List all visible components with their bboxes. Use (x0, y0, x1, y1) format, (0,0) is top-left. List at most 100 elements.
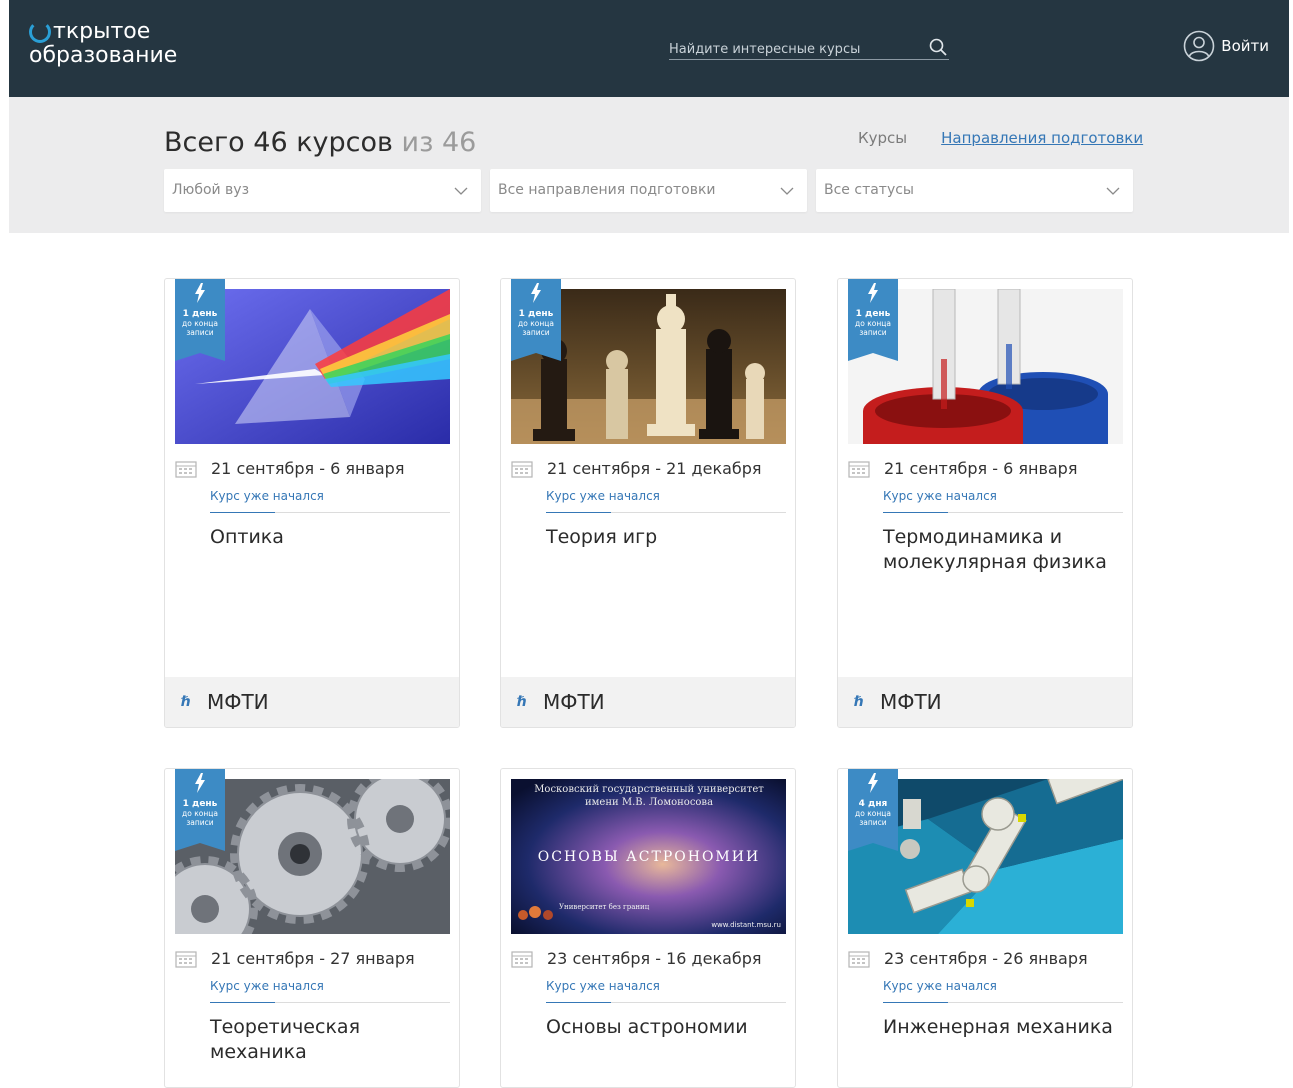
course-dates-text: 21 сентября - 21 декабря (547, 459, 762, 478)
total-count: Всего 46 курсов (164, 127, 393, 158)
course-dates-text: 23 сентября - 16 декабря (547, 949, 762, 968)
chevron-down-icon (780, 187, 794, 195)
badge-subtitle: до конца записи (855, 809, 891, 827)
lightning-icon (195, 283, 205, 303)
search-box (669, 38, 949, 60)
course-dates-text: 21 сентября - 27 января (211, 949, 415, 968)
deadline-badge: 1 день до конца записи (175, 769, 225, 851)
logo-line1: ткрытое (53, 19, 151, 44)
badge-subtitle: до конца записи (182, 809, 218, 827)
logo-line2: образование (29, 43, 178, 68)
status-select-value: Все статусы (824, 182, 914, 198)
course-dates: 21 сентября - 21 декабря (511, 459, 762, 478)
lightning-icon (531, 283, 541, 303)
lightning-icon (195, 773, 205, 793)
course-university[interactable]: ℏ МФТИ (501, 677, 795, 727)
badge-subtitle: до конца записи (182, 319, 218, 337)
divider (210, 1002, 450, 1003)
calendar-icon (848, 460, 870, 478)
direction-select[interactable]: Все направления подготовки (490, 169, 807, 212)
search-input[interactable] (669, 42, 909, 57)
image-university-line1: Московский государственный университет (534, 784, 764, 795)
filter-bar: Всего 46 курсов из 46 Курсы Направления … (9, 97, 1289, 233)
university-logo-icon: ℏ (517, 694, 527, 710)
deadline-badge: 1 день до конца записи (175, 279, 225, 361)
courses-total: Всего 46 курсов из 46 (164, 127, 476, 158)
university-name: МФТИ (206, 690, 269, 714)
chevron-down-icon (1106, 187, 1120, 195)
course-card-astronomy[interactable]: Московский государственный университет и… (500, 768, 796, 1088)
status-select[interactable]: Все статусы (816, 169, 1133, 212)
course-dates: 23 сентября - 16 декабря (511, 949, 762, 968)
badge-days: 1 день (855, 309, 891, 319)
course-title[interactable]: Теоретическая механика (210, 1015, 450, 1065)
deadline-badge: 1 день до конца записи (511, 279, 561, 361)
course-university[interactable]: ℏ МФТИ (838, 677, 1132, 727)
tab-directions[interactable]: Направления подготовки (941, 129, 1143, 147)
image-url: www.distant.msu.ru (711, 921, 781, 929)
login-label: Войти (1221, 37, 1269, 55)
university-name: МФТИ (542, 690, 605, 714)
direction-select-value: Все направления подготовки (498, 182, 716, 198)
course-card-engineering-mechanics[interactable]: 4 дня до конца записи 23 сентября - 26 я… (837, 768, 1133, 1088)
image-university-line2: имени М.В. Ломоносова (585, 797, 713, 808)
course-title[interactable]: Инженерная механика (883, 1015, 1123, 1040)
course-card-optics[interactable]: 1 день до конца записи 21 сентября - 6 я… (164, 278, 460, 728)
divider (546, 512, 786, 513)
deadline-badge: 4 дня до конца записи (848, 769, 898, 851)
course-card-game-theory[interactable]: 1 день до конца записи 21 сентября - 21 … (500, 278, 796, 728)
calendar-icon (511, 950, 533, 968)
divider (210, 512, 450, 513)
divider (546, 1002, 786, 1003)
user-icon (1183, 30, 1215, 62)
course-dates: 21 сентября - 6 января (848, 459, 1077, 478)
search-icon[interactable] (929, 38, 947, 56)
course-university[interactable]: ℏ МФТИ (165, 677, 459, 727)
calendar-icon (175, 460, 197, 478)
chevron-down-icon (454, 187, 468, 195)
course-status: Курс уже начался (546, 489, 660, 503)
course-status: Курс уже начался (210, 489, 324, 503)
calendar-icon (511, 460, 533, 478)
badge-subtitle: до конца записи (855, 319, 891, 337)
badge-days: 1 день (518, 309, 554, 319)
course-image: Московский государственный университет и… (511, 779, 786, 934)
course-title[interactable]: Основы астрономии (546, 1015, 786, 1040)
view-tabs: Курсы Направления подготовки (858, 129, 1143, 147)
login-button[interactable]: Войти (1183, 30, 1269, 62)
course-title[interactable]: Оптика (210, 525, 450, 550)
course-dates: 21 сентября - 6 января (175, 459, 404, 478)
course-status: Курс уже начался (210, 979, 324, 993)
image-course-title: ОСНОВЫ АСТРОНОМИИ (538, 849, 760, 865)
course-dates-text: 21 сентября - 6 января (884, 459, 1078, 478)
divider (883, 512, 1123, 513)
deadline-badge: 1 день до конца записи (848, 279, 898, 361)
calendar-icon (848, 950, 870, 968)
university-logo-icon: ℏ (181, 694, 191, 710)
calendar-icon (175, 950, 197, 968)
course-status: Курс уже начался (546, 979, 660, 993)
total-of: из 46 (401, 127, 477, 158)
badge-subtitle: до конца записи (518, 319, 554, 337)
lightning-icon (868, 283, 878, 303)
university-logo-icon: ℏ (854, 694, 864, 710)
course-status: Курс уже начался (883, 489, 997, 503)
university-name: МФТИ (879, 690, 942, 714)
course-title[interactable]: Термодинамика и молекулярная физика (883, 525, 1123, 575)
image-corner-text: Университет без границ (559, 903, 650, 911)
course-dates-text: 23 сентября - 26 января (884, 949, 1088, 968)
course-dates: 23 сентября - 26 января (848, 949, 1088, 968)
university-select-value: Любой вуз (172, 182, 250, 198)
course-card-thermodynamics[interactable]: 1 день до конца записи 21 сентября - 6 я… (837, 278, 1133, 728)
course-title[interactable]: Теория игр (546, 525, 786, 550)
university-select[interactable]: Любой вуз (164, 169, 481, 212)
lightning-icon (868, 773, 878, 793)
tab-courses[interactable]: Курсы (858, 129, 907, 147)
course-status: Курс уже начался (883, 979, 997, 993)
course-dates-text: 21 сентября - 6 января (211, 459, 405, 478)
course-card-theoretical-mechanics[interactable]: 1 день до конца записи 21 сентября - 27 … (164, 768, 460, 1088)
badge-days: 1 день (182, 309, 218, 319)
divider (883, 1002, 1123, 1003)
badge-days: 4 дня (858, 799, 888, 809)
logo[interactable]: ткрытое образование (29, 20, 177, 68)
